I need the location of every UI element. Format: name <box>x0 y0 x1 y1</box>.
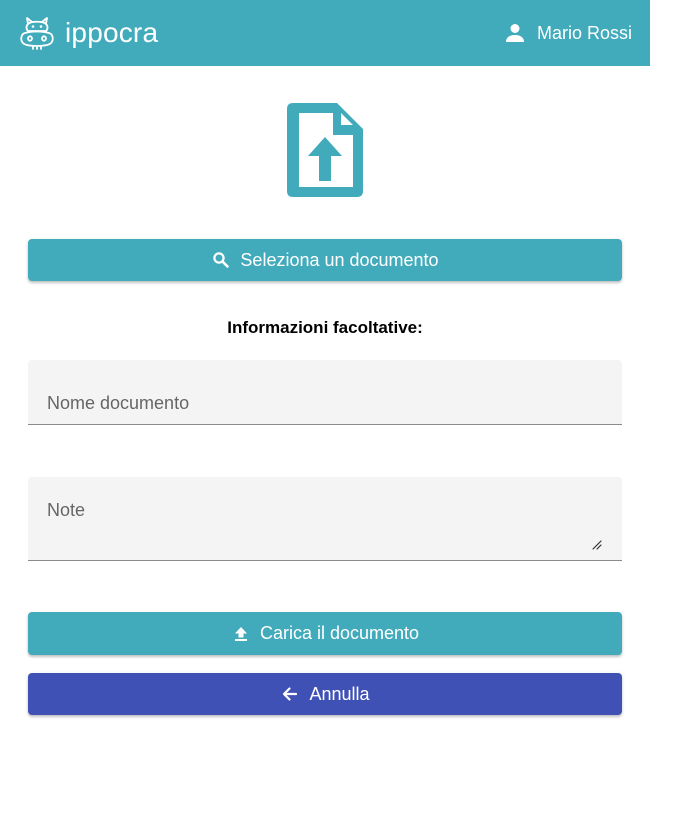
upload-document-button[interactable]: Carica il documento <box>28 612 622 655</box>
optional-info-title: Informazioni facoltative: <box>227 318 423 337</box>
person-icon <box>505 24 524 42</box>
hippo-icon <box>20 17 54 50</box>
select-document-label: Seleziona un documento <box>240 249 439 270</box>
search-icon <box>213 252 230 268</box>
app-header: ippocra Mario Rossi <box>0 0 650 66</box>
document-name-field[interactable] <box>28 360 622 425</box>
user-menu[interactable]: Mario Rossi <box>503 20 632 46</box>
notes-textarea[interactable] <box>28 477 622 560</box>
document-name-input[interactable] <box>28 360 622 424</box>
cancel-label: Annulla <box>309 683 370 704</box>
user-name: Mario Rossi <box>536 22 632 43</box>
brand[interactable]: ippocra <box>18 14 158 52</box>
resize-handle-icon[interactable] <box>592 540 602 550</box>
file-upload-icon <box>287 103 363 197</box>
cancel-button[interactable]: Annulla <box>28 673 622 715</box>
arrow-back-icon <box>283 687 298 701</box>
upload-document-label: Carica il documento <box>259 623 420 643</box>
app-name: ippocra <box>65 17 159 48</box>
select-document-button[interactable]: Seleziona un documento <box>28 239 622 281</box>
upload-icon <box>234 626 247 641</box>
notes-field[interactable] <box>28 477 622 561</box>
